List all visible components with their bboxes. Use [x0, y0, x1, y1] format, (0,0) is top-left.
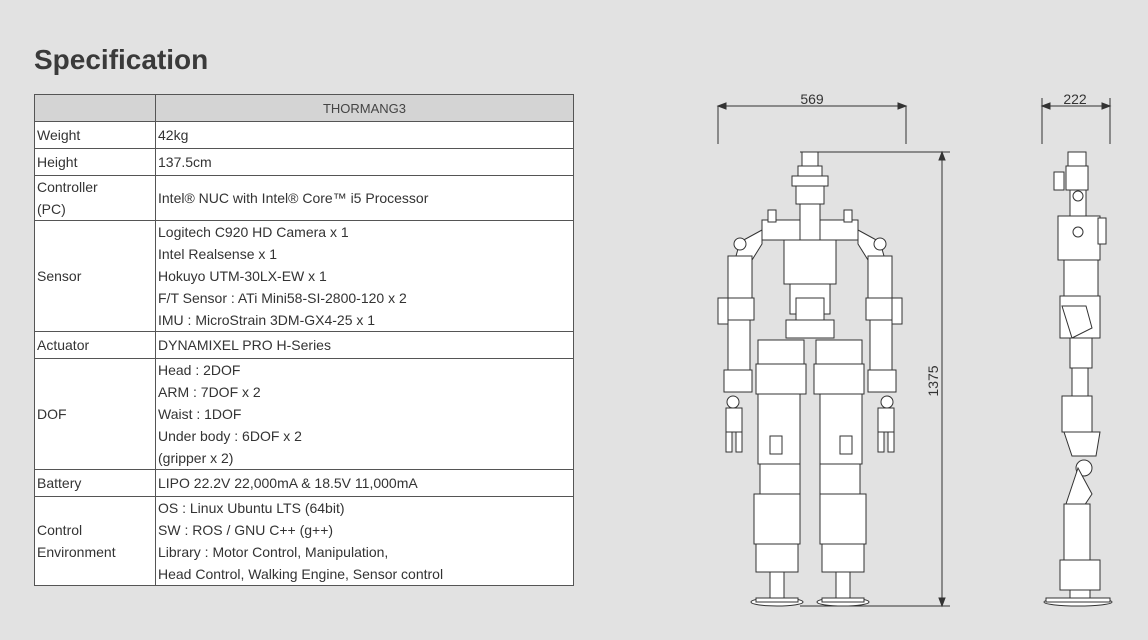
row-value: 137.5cm [155, 148, 574, 176]
table-row: Weight 42kg [34, 121, 574, 149]
row-value-line: ARM : 7DOF x 2 [158, 384, 261, 400]
spec-table: THORMANG3 Weight 42kg Height 137.5cm Control… [34, 94, 574, 586]
row-label-line: Height [37, 154, 78, 170]
row-label-line: Controller [37, 179, 98, 195]
table-header-empty [34, 94, 156, 122]
row-value: 42kg [155, 121, 574, 149]
row-value-line: Logitech C920 HD Camera x 1 [158, 224, 349, 240]
table-header-row: THORMANG3 [34, 94, 574, 122]
row-value-line: Hokuyo UTM-30LX-EW x 1 [158, 268, 327, 284]
row-label: Controller (PC) [34, 175, 156, 221]
row-value-line: Intel® NUC with Intel® Core™ i5 Processo… [158, 190, 429, 206]
row-label: Control Environment [34, 496, 156, 586]
row-value-line: (gripper x 2) [158, 450, 234, 466]
row-value-line: Library : Motor Control, Manipulation, [158, 544, 389, 560]
row-value-line: LIPO 22.2V 22,000mA & 18.5V 11,000mA [158, 475, 418, 491]
row-label-line: Actuator [37, 337, 90, 353]
row-label: Sensor [34, 220, 156, 332]
robot-side-view [1043, 151, 1113, 607]
row-value-line: DYNAMIXEL PRO H-Series [158, 337, 331, 353]
table-row: Control Environment OS : Linux Ubuntu LTS … [34, 496, 574, 586]
page-title: Specification [34, 44, 209, 75]
row-value-line: F/T Sensor : ATi Mini58-SI-2800-120 x 2 [158, 290, 407, 306]
row-label: Weight [34, 121, 156, 149]
row-value: LIPO 22.2V 22,000mA & 18.5V 11,000mA [155, 469, 574, 497]
table-row: Sensor Logitech C920 HD Camera x 1 Intel R… [34, 220, 574, 332]
table-row: Controller (PC) Intel® NUC with Intel® Cor… [34, 175, 574, 221]
row-value-line: Waist : 1DOF [158, 406, 242, 422]
front-width-label: 569 [800, 91, 824, 107]
row-value: DYNAMIXEL PRO H-Series [155, 331, 574, 359]
row-value-line: Head : 2DOF [158, 362, 241, 378]
side-width-label: 222 [1063, 91, 1087, 107]
row-value: Intel® NUC with Intel® Core™ i5 Processo… [155, 175, 574, 221]
table-row: Height 137.5cm [34, 148, 574, 176]
row-value-line: 137.5cm [158, 154, 212, 170]
height-label: 1375 [925, 365, 941, 396]
row-label-line: (PC) [37, 201, 66, 217]
table-row: Battery LIPO 22.2V 22,000mA & 18.5V 11,00… [34, 469, 574, 497]
row-value-line: Head Control, Walking Engine, Sensor con… [158, 566, 444, 582]
row-label-line: Battery [37, 475, 82, 491]
spec-table-body: Weight 42kg Height 137.5cm Controller (PC) Int… [34, 121, 574, 586]
row-value-line: Intel Realsense x 1 [158, 246, 278, 262]
row-value: Head : 2DOF ARM : 7DOF x 2 Waist : 1DOF Und… [155, 358, 574, 470]
robot-front-view [717, 151, 903, 607]
row-label: Height [34, 148, 156, 176]
table-row: Actuator DYNAMIXEL PRO H-Series [34, 331, 574, 359]
row-label-line: DOF [37, 406, 67, 422]
table-header-model: THORMANG3 [155, 94, 574, 122]
row-label-line: Environment [37, 544, 116, 560]
row-value-line: Under body : 6DOF x 2 [158, 428, 302, 444]
row-label: DOF [34, 358, 156, 470]
row-label: Battery [34, 469, 156, 497]
table-row: DOF Head : 2DOF ARM : 7DOF x 2 Waist : 1DOF… [34, 358, 574, 470]
row-value-line: 42kg [158, 127, 189, 143]
row-label-line: Weight [37, 127, 81, 143]
row-label-line: Control [37, 522, 83, 538]
row-value: Logitech C920 HD Camera x 1 Intel Realsen… [155, 220, 574, 332]
row-value-line: IMU : MicroStrain 3DM-GX4-25 x 1 [158, 312, 376, 328]
row-value-line: OS : Linux Ubuntu LTS (64bit) [158, 500, 345, 516]
side-width-dimension: 222 [1040, 91, 1112, 144]
robot-dimension-drawing: 569 1375 222 [716, 91, 1113, 608]
front-width-dimension: 569 [716, 91, 908, 144]
row-label: Actuator [34, 331, 156, 359]
row-value-line: SW : ROS / GNU C++ (g++) [158, 522, 334, 538]
row-label-line: Sensor [37, 268, 82, 284]
row-value: OS : Linux Ubuntu LTS (64bit) SW : ROS / … [155, 496, 574, 586]
